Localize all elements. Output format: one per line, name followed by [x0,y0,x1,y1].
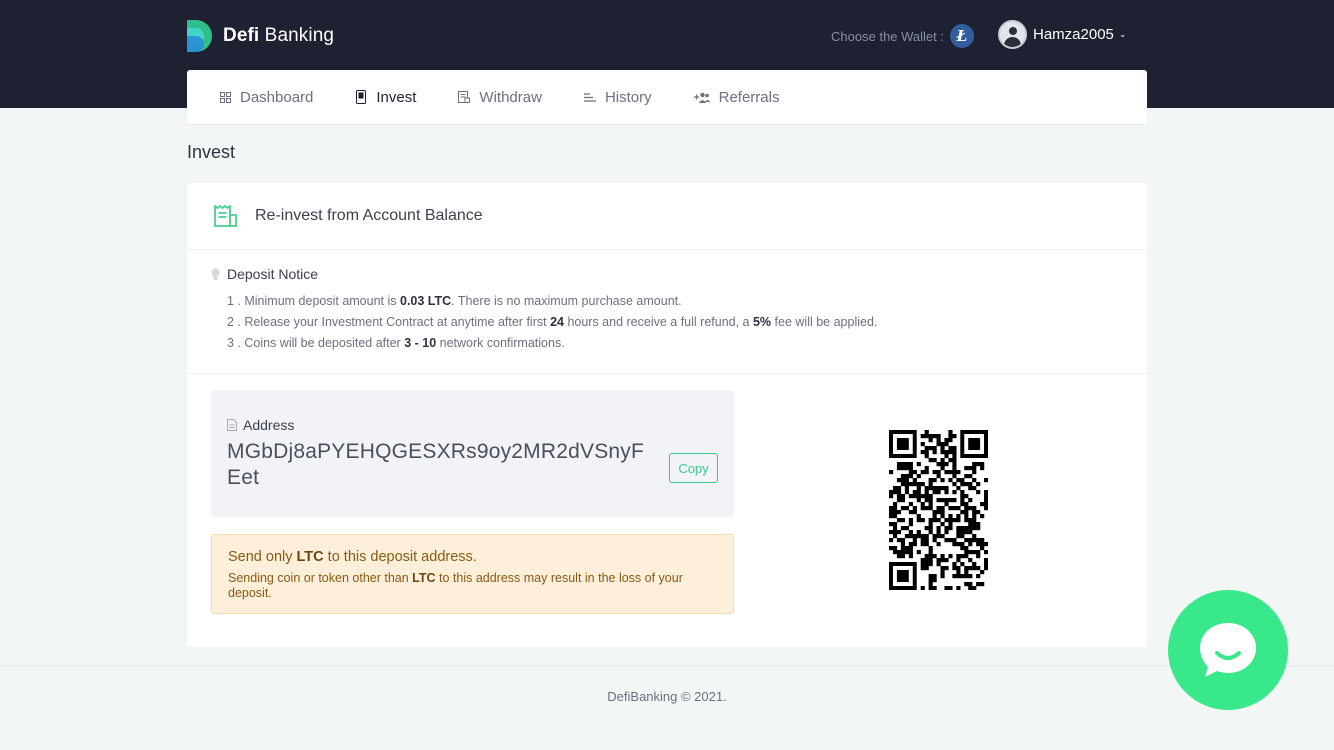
warning-title: Send only LTC to this deposit address. [228,549,477,565]
nav-label: Referrals [718,88,780,106]
address-box: Address MGbDj8aPYEHQGESXRs9oy2MR2dVSnyFE… [211,390,734,517]
notice-item: 1 . Minimum deposit amount is 0.03 LTC. … [227,294,682,308]
nav-label: Withdraw [479,88,542,106]
notice-title: Deposit Notice [211,266,1123,282]
notice-title-text: Deposit Notice [227,266,319,282]
qr-code [889,430,988,590]
warning-alert: Send only LTC to this deposit address. S… [211,534,734,614]
logo-text: Defi Banking [223,25,335,46]
notice-item: 3 . Coins will be deposited after 3 - 10… [227,336,565,350]
logo[interactable]: Defi Banking [187,20,334,52]
deposit-notice: Deposit Notice 1 . Minimum deposit amoun… [187,250,1147,374]
card-title: Re-invest from Account Balance [255,207,483,224]
nav-item-withdraw[interactable]: Withdraw [458,89,542,106]
address-label: Address [227,417,718,433]
lightbulb-icon [211,267,220,280]
qr-finder-pattern [889,562,917,590]
grid-icon [219,91,231,103]
receipt-icon [458,91,471,103]
qr-finder-pattern [889,430,917,458]
add-user-icon [693,91,710,103]
warning-text: Sending coin or token other than LTC to … [228,571,683,600]
footer-text: DefiBanking © 2021. [607,689,727,704]
address-label-text: Address [243,417,295,433]
deposit-address[interactable]: MGbDj8aPYEHQGESXRs9oy2MR2dVSnyFEet [227,439,652,491]
page-title: Invest [187,142,236,162]
reinvest-card: Re-invest from Account Balance Deposit N… [187,183,1147,647]
username: Hamza2005 [1033,26,1114,43]
document-icon [227,419,237,431]
main-nav: Dashboard Invest Withdraw History Referr… [187,70,1147,124]
chat-button[interactable] [1168,590,1288,710]
nav-item-history[interactable]: History [583,88,652,106]
logo-mark-icon [187,20,212,52]
nav-item-dashboard[interactable]: Dashboard [219,89,313,106]
nav-label: Dashboard [240,88,314,106]
qr-finder-pattern [960,430,988,458]
card-header: Re-invest from Account Balance [187,183,1147,250]
copy-button[interactable]: Copy [669,453,718,483]
notice-list: 1 . Minimum deposit amount is 0.03 LTC. … [211,291,1123,354]
chevron-down-icon: ⌄ [1118,29,1127,39]
receipt-icon [214,205,237,227]
nav-item-referrals[interactable]: Referrals [693,88,780,106]
litecoin-icon[interactable]: Ł [950,24,974,48]
nav-label: Invest [376,88,417,106]
notice-item: 2 . Release your Investment Contract at … [227,315,878,329]
footer-divider [0,665,1334,666]
nav-label: History [604,88,652,106]
wallet-label: Choose the Wallet : [831,28,944,44]
user-menu[interactable]: Hamza2005 ⌄ [998,20,1126,49]
list-icon [583,91,596,103]
chat-bubble-icon [1200,623,1256,677]
nav-item-invest[interactable]: Invest [355,89,416,106]
avatar [998,20,1027,49]
invest-icon [355,90,367,104]
wallet-selector[interactable]: Choose the Wallet : Ł [831,24,974,48]
